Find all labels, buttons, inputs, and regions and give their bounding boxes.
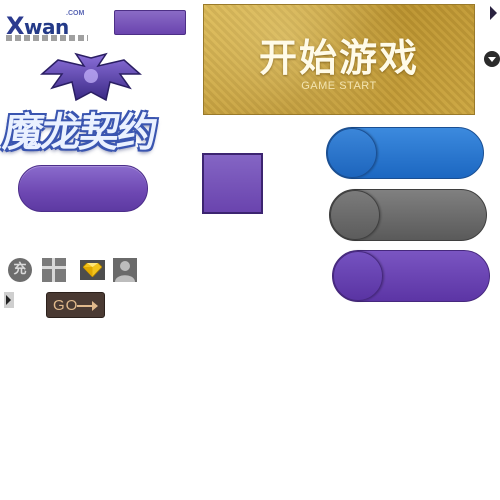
user-silhouette-icon xyxy=(115,261,135,282)
game-start-button[interactable]: 开始游戏 GAME START xyxy=(203,4,475,115)
diamond-gem-icon xyxy=(83,263,102,277)
go-button-label: GO xyxy=(53,297,79,314)
play-arrow-icon[interactable] xyxy=(4,292,14,308)
xwan-domain-suffix: .COM xyxy=(66,10,85,17)
game-logo: 魔龙契约 xyxy=(0,52,184,156)
user-icon[interactable] xyxy=(113,258,137,282)
toggle-knob[interactable] xyxy=(327,128,377,178)
game-start-title: 开始游戏 xyxy=(258,36,419,80)
diamond-icon[interactable] xyxy=(80,260,105,280)
recharge-icon[interactable]: 充 xyxy=(8,258,32,282)
arrow-right-icon xyxy=(77,301,98,311)
small-purple-button[interactable] xyxy=(114,10,186,35)
blue-toggle-switch[interactable] xyxy=(326,127,484,179)
purple-toggle-switch[interactable] xyxy=(332,250,490,302)
toggle-knob[interactable] xyxy=(333,251,383,301)
go-button[interactable]: GO xyxy=(46,292,105,318)
xwan-tagline xyxy=(6,35,88,41)
xwan-logo: Xwan .COM xyxy=(2,8,92,42)
arrow-right-icon[interactable] xyxy=(490,6,497,20)
gray-toggle-switch[interactable] xyxy=(329,189,487,241)
toggle-knob[interactable] xyxy=(330,190,380,240)
gift-icon[interactable] xyxy=(42,258,66,282)
game-title-logo-text: 魔龙契约 xyxy=(0,110,159,156)
purple-square-button[interactable] xyxy=(202,153,263,214)
game-start-subtitle: GAME START xyxy=(301,80,377,92)
purple-pill-button[interactable] xyxy=(18,165,148,212)
chevron-down-icon[interactable] xyxy=(484,51,500,67)
